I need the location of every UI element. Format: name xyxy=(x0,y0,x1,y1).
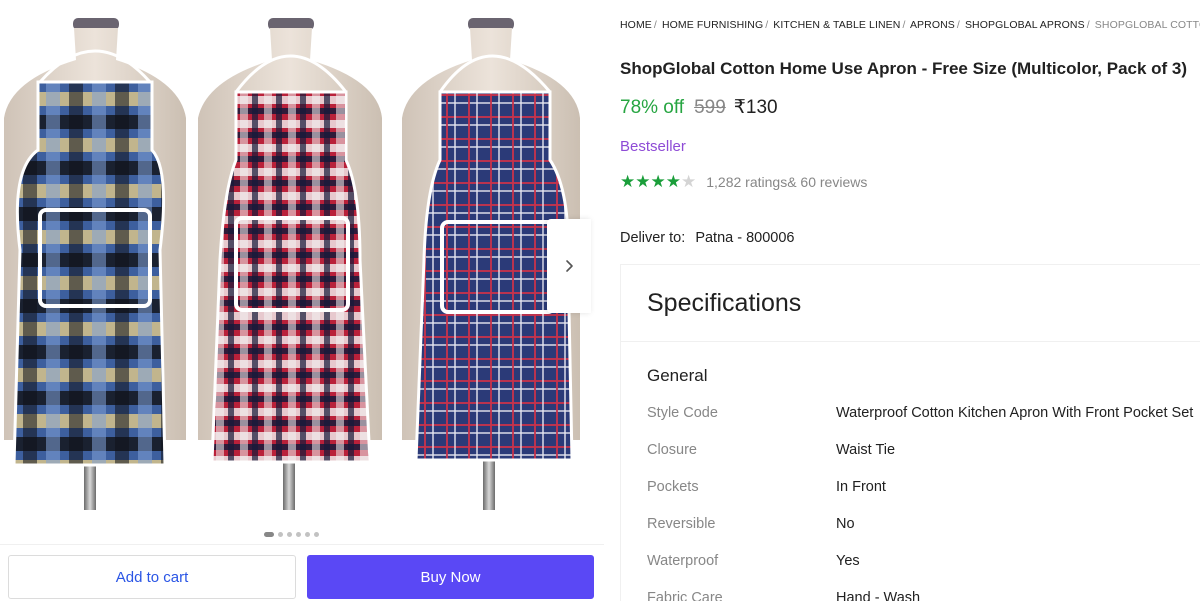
breadcrumb-separator: / xyxy=(653,19,657,31)
specifications-section: General Style Code Waterproof Cotton Kit… xyxy=(621,366,1200,601)
carousel-dot[interactable] xyxy=(305,532,310,537)
breadcrumb-separator: / xyxy=(956,19,960,31)
chevron-right-icon xyxy=(566,260,573,272)
breadcrumb-kitchen-table-linen[interactable]: KITCHEN & TABLE LINEN xyxy=(773,19,900,31)
breadcrumb-separator: / xyxy=(1086,19,1090,31)
spec-value: Yes xyxy=(836,552,860,569)
breadcrumb-separator: / xyxy=(765,19,769,31)
carousel-dot[interactable] xyxy=(287,532,292,537)
spec-row: Pockets In Front xyxy=(647,468,1200,505)
star-filled-icon: ★ xyxy=(635,172,651,191)
price-row: 78% off 599 ₹130 xyxy=(620,96,778,119)
spec-key: Waterproof xyxy=(647,552,719,569)
specifications-title: Specifications xyxy=(647,288,802,317)
specifications-card: Specifications General Style Code Waterp… xyxy=(620,264,1200,601)
breadcrumb-shopglobal-aprons[interactable]: SHOPGLOBAL APRONS xyxy=(965,19,1085,31)
breadcrumb-current: SHOPGLOBAL COTTO xyxy=(1094,19,1200,31)
bestseller-badge: Bestseller xyxy=(620,138,686,155)
rating-row[interactable]: ★ ★ ★ ★ ★ 1,282 ratings & 60 reviews xyxy=(620,172,867,192)
original-price: 599 xyxy=(694,97,726,118)
spec-row: Waterproof Yes xyxy=(647,542,1200,579)
specifications-header: Specifications xyxy=(621,265,1200,342)
image-gallery: Add to cart Buy Now xyxy=(0,0,604,601)
spec-value: No xyxy=(836,515,855,532)
spec-value: Waterproof Cotton Kitchen Apron With Fro… xyxy=(836,404,1194,421)
product-image[interactable] xyxy=(0,0,600,525)
purchase-actions: Add to cart Buy Now xyxy=(0,544,604,601)
carousel-next-button[interactable] xyxy=(547,219,591,313)
deliver-pincode: Patna - 800006 xyxy=(695,230,795,246)
star-rating: ★ ★ ★ ★ ★ xyxy=(620,172,696,192)
spec-value: In Front xyxy=(836,478,886,495)
spec-value: Hand - Wash xyxy=(836,589,921,601)
star-filled-icon: ★ xyxy=(650,172,666,191)
spec-row: Fabric Care Hand - Wash xyxy=(647,579,1200,601)
breadcrumb-home-furnishing[interactable]: HOME FURNISHING xyxy=(662,19,763,31)
spec-row: Closure Waist Tie xyxy=(647,431,1200,468)
breadcrumb-separator: / xyxy=(902,19,906,31)
carousel-indicator xyxy=(264,532,319,537)
star-filled-icon: ★ xyxy=(620,172,636,191)
carousel-dot[interactable] xyxy=(296,532,301,537)
reviews-count: & 60 reviews xyxy=(787,174,868,190)
spec-row: Style Code Waterproof Cotton Kitchen Apr… xyxy=(647,394,1200,431)
discount-percent: 78% off xyxy=(620,97,685,118)
breadcrumb: HOME / HOME FURNISHING / KITCHEN & TABLE L… xyxy=(620,19,1200,31)
carousel-dot[interactable] xyxy=(314,532,319,537)
breadcrumb-home[interactable]: HOME xyxy=(620,19,652,31)
spec-value: Waist Tie xyxy=(836,441,896,458)
spec-key: Pockets xyxy=(647,478,699,495)
spec-rows: Style Code Waterproof Cotton Kitchen Apr… xyxy=(647,394,1200,601)
carousel-dot-active[interactable] xyxy=(264,532,274,537)
buy-now-button[interactable]: Buy Now xyxy=(307,555,594,599)
add-to-cart-button[interactable]: Add to cart xyxy=(8,555,296,599)
breadcrumb-aprons[interactable]: APRONS xyxy=(910,19,955,31)
spec-key: Style Code xyxy=(647,404,718,421)
spec-key: Fabric Care xyxy=(647,589,723,601)
star-filled-icon: ★ xyxy=(665,172,681,191)
section-title-general: General xyxy=(647,366,708,385)
selling-price: ₹130 xyxy=(733,97,778,118)
product-details: HOME / HOME FURNISHING / KITCHEN & TABLE L… xyxy=(620,0,1200,601)
carousel-dot[interactable] xyxy=(278,532,283,537)
ratings-count: 1,282 ratings xyxy=(706,174,788,190)
deliver-label: Deliver to: xyxy=(620,230,686,246)
spec-key: Closure xyxy=(647,441,697,458)
star-empty-icon: ★ xyxy=(681,172,697,191)
product-title: ShopGlobal Cotton Home Use Apron - Free … xyxy=(620,59,1188,78)
delivery-location[interactable]: Deliver to: Patna - 800006 xyxy=(620,230,794,246)
spec-key: Reversible xyxy=(647,515,716,532)
spec-row: Reversible No xyxy=(647,505,1200,542)
